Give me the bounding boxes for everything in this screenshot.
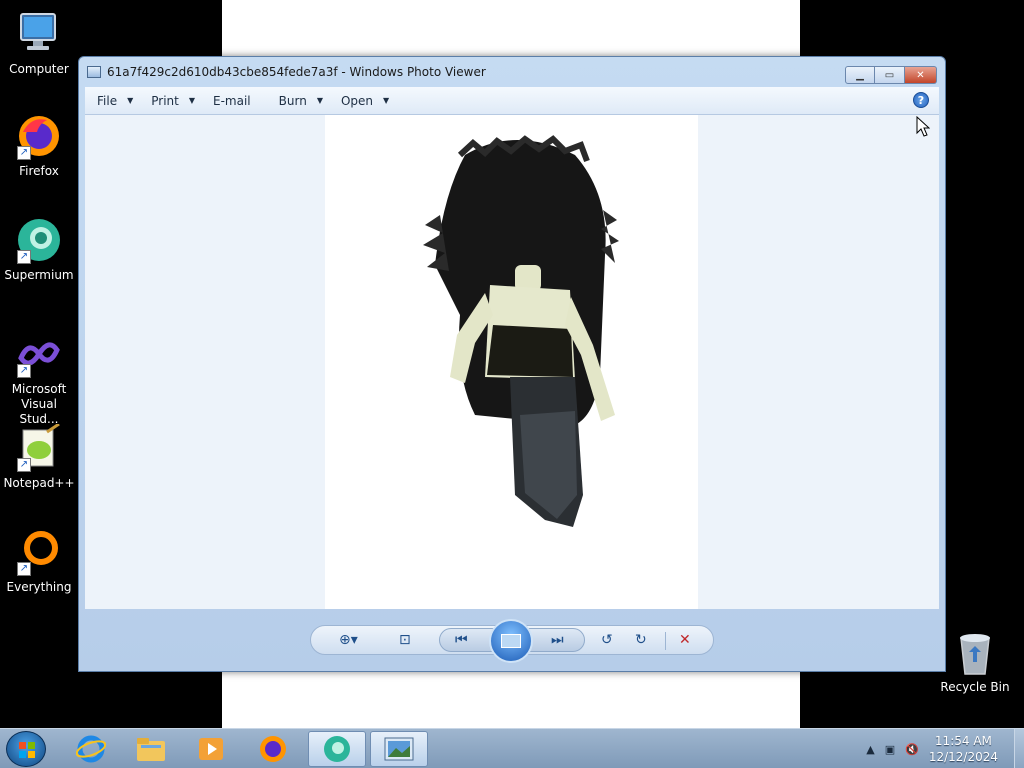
computer-icon [15, 10, 63, 58]
start-button[interactable] [6, 731, 46, 767]
slideshow-icon [501, 634, 521, 648]
shortcut-arrow-icon: ↗ [17, 364, 31, 378]
photo-viewer-icon [384, 737, 414, 761]
dropdown-arrow-icon: ▼ [316, 96, 323, 105]
menu-burn[interactable]: Burn ▼ [279, 94, 323, 108]
recycle-bin-label: Recycle Bin [940, 680, 1010, 694]
control-pill: ⊕▾ ⊡ ⏮ ⏭ ↺ ↻ ✕ [310, 619, 714, 663]
actual-size-icon[interactable]: ⊡ [399, 632, 411, 648]
desktop-icon-recycle-bin[interactable]: Recycle Bin [938, 630, 1012, 694]
dropdown-arrow-icon: ▼ [383, 96, 390, 105]
image-viewport[interactable] [85, 115, 939, 609]
desktop-icon-notepad-plus-plus[interactable]: ↗ Notepad++ [0, 422, 78, 491]
restore-icon: ▭ [884, 69, 895, 81]
next-icon[interactable]: ⏭ [551, 632, 564, 648]
show-desktop-button[interactable] [1014, 729, 1024, 768]
show-hidden-icons-icon[interactable]: ▲ [866, 743, 874, 756]
zoom-icon[interactable]: ⊕▾ [339, 632, 358, 648]
photo-viewer-window: 61a7f429c2d610db43cbe854fede7a3f - Windo… [78, 56, 946, 672]
desktop-icon-computer[interactable]: Computer [0, 10, 78, 77]
taskbar-supermium[interactable] [308, 731, 366, 767]
firefox-icon [260, 736, 286, 762]
desktop-icon-firefox[interactable]: ↗ Firefox [0, 112, 78, 179]
media-player-icon [199, 738, 223, 760]
minimize-button[interactable]: ▁ [845, 66, 875, 84]
delete-icon[interactable]: ✕ [679, 632, 691, 648]
taskbar-file-explorer[interactable] [122, 731, 180, 767]
recycle-bin-icon [938, 630, 1012, 676]
desktop-icon-label: Computer [9, 62, 69, 76]
taskbar-media-player[interactable] [182, 731, 240, 767]
minimize-icon: ▁ [856, 69, 864, 81]
window-title: 61a7f429c2d610db43cbe854fede7a3f - Windo… [107, 65, 486, 79]
system-tray: ▲ ▣ 🔇 11:54 AM 12/12/2024 [866, 729, 1024, 768]
menu-bar: File ▼ Print ▼ E-mail Burn ▼ Open ▼ ? [85, 87, 939, 115]
supermium-icon: ↗ [15, 216, 63, 264]
folder-icon [137, 738, 165, 761]
desktop-icon-visual-studio[interactable]: ↗ Microsoft Visual Stud... [0, 330, 78, 427]
photo-viewer-app-icon [87, 66, 101, 78]
title-bar[interactable]: 61a7f429c2d610db43cbe854fede7a3f - Windo… [79, 57, 945, 87]
maximize-button[interactable]: ▭ [875, 66, 905, 84]
desktop-icon-label: Firefox [19, 164, 59, 178]
shortcut-arrow-icon: ↗ [17, 250, 31, 264]
menu-email[interactable]: E-mail [213, 94, 251, 108]
photo [325, 115, 698, 609]
taskbar-firefox[interactable] [244, 731, 302, 767]
shortcut-arrow-icon: ↗ [17, 146, 31, 160]
taskbar-photo-viewer[interactable] [370, 731, 428, 767]
clock[interactable]: 11:54 AM 12/12/2024 [929, 733, 998, 765]
desktop-icon-everything[interactable]: ↗ Everything [0, 528, 78, 595]
clock-date: 12/12/2024 [928, 750, 998, 764]
shortcut-arrow-icon: ↗ [17, 562, 31, 576]
notepad-plus-plus-icon: ↗ [15, 422, 63, 472]
menu-open[interactable]: Open ▼ [341, 94, 389, 108]
help-icon[interactable]: ? [913, 92, 929, 108]
previous-icon[interactable]: ⏮ [455, 632, 468, 648]
taskbar-internet-explorer[interactable] [62, 731, 120, 767]
taskbar: ▲ ▣ 🔇 11:54 AM 12/12/2024 [0, 728, 1024, 768]
everything-search-icon: ↗ [15, 528, 63, 576]
desktop-icon-label: Notepad++ [3, 476, 75, 490]
desktop-icon-supermium[interactable]: ↗ Supermium [0, 216, 78, 283]
control-bar: ⊕▾ ⊡ ⏮ ⏭ ↺ ↻ ✕ [79, 609, 945, 671]
shortcut-arrow-icon: ↗ [17, 458, 31, 472]
desktop-icon-label: Microsoft Visual Stud... [11, 382, 67, 426]
internet-explorer-icon [76, 735, 106, 763]
close-icon: ✕ [916, 69, 925, 81]
network-icon[interactable]: ▣ [885, 743, 895, 756]
menu-print[interactable]: Print ▼ [151, 94, 195, 108]
desktop-icon-label: Everything [6, 580, 72, 594]
separator [665, 632, 666, 650]
rotate-clockwise-icon[interactable]: ↻ [635, 632, 647, 648]
dropdown-arrow-icon: ▼ [127, 96, 134, 105]
firefox-icon: ↗ [15, 112, 63, 160]
supermium-icon [324, 736, 350, 762]
dropdown-arrow-icon: ▼ [188, 96, 196, 105]
avatar-figure-image [423, 135, 619, 527]
menu-file[interactable]: File ▼ [97, 94, 133, 108]
rotate-counterclockwise-icon[interactable]: ↺ [601, 632, 613, 648]
volume-muted-icon[interactable]: 🔇 [905, 743, 919, 756]
mouse-cursor-icon [916, 115, 931, 141]
visual-studio-icon: ↗ [15, 330, 63, 378]
clock-time: 11:54 AM [934, 734, 992, 748]
close-button[interactable]: ✕ [905, 66, 937, 84]
slideshow-button[interactable] [489, 619, 533, 663]
desktop-icon-label: Supermium [4, 268, 74, 282]
